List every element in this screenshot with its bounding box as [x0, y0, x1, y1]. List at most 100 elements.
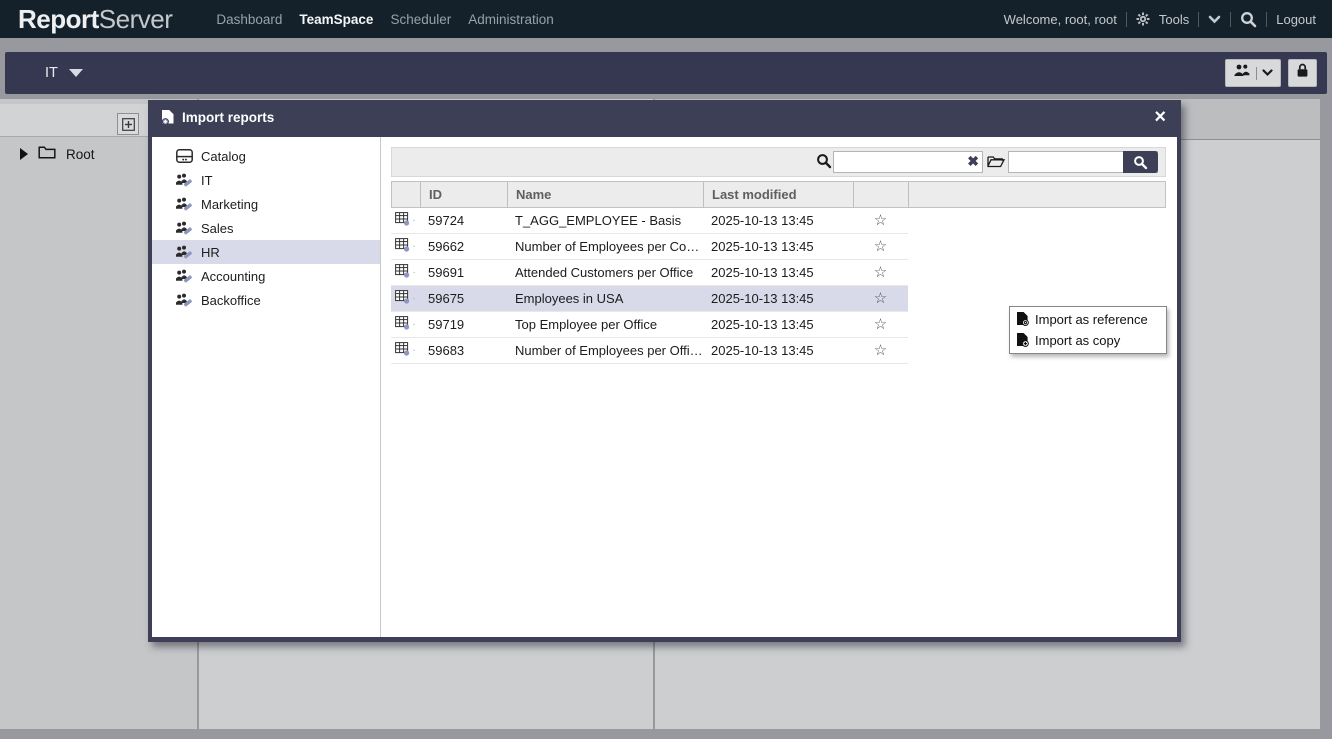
report-icon	[395, 212, 410, 229]
teamspace-icon	[175, 245, 193, 260]
teamspace-icon	[175, 221, 193, 236]
teamspace-item-it[interactable]: IT	[152, 168, 380, 192]
filter-input-wrap: ✖	[833, 151, 983, 173]
table-row[interactable]: · 59724 T_AGG_EMPLOYEE - Basis 2025-10-1…	[391, 208, 908, 234]
column-name[interactable]: Name	[508, 182, 704, 207]
report-icon	[395, 316, 410, 333]
teamspace-selector[interactable]: IT	[45, 65, 83, 81]
tree-node-label: Root	[66, 147, 95, 162]
logo-light: Server	[99, 4, 173, 34]
favorite-star-icon[interactable]: ☆	[853, 239, 908, 254]
cell-id: 59724	[420, 213, 507, 228]
report-table: · 59724 T_AGG_EMPLOYEE - Basis 2025-10-1…	[391, 208, 908, 364]
teamspace-icon	[175, 173, 193, 188]
dialog-title: Import reports	[182, 110, 274, 125]
drag-dot-icon: ·	[412, 293, 415, 304]
drag-dot-icon: ·	[412, 319, 415, 330]
filter-input[interactable]	[833, 151, 983, 173]
teamspace-item-hr[interactable]: HR	[152, 240, 380, 264]
favorite-star-icon[interactable]: ☆	[853, 317, 908, 332]
column-type[interactable]	[392, 182, 421, 207]
cell-id: 59683	[420, 343, 507, 358]
divider	[1230, 12, 1231, 27]
nav-administration[interactable]: Administration	[468, 12, 554, 27]
import-reference-icon	[1016, 311, 1029, 329]
dropdown-triangle-icon	[69, 69, 83, 77]
open-folder-icon[interactable]	[987, 155, 1005, 173]
teamspace-item-label: Marketing	[201, 197, 258, 212]
clear-filter-icon[interactable]: ✖	[967, 153, 979, 170]
table-row[interactable]: · 59662 Number of Employees per Cou... 2…	[391, 234, 908, 260]
table-row-selected[interactable]: · 59675 Employees in USA 2025-10-13 13:4…	[391, 286, 908, 312]
expand-tree-button[interactable]	[117, 113, 139, 135]
column-last-modified[interactable]: Last modified	[704, 182, 854, 207]
cell-name: Top Employee per Office	[507, 317, 703, 332]
table-row[interactable]: · 59719 Top Employee per Office 2025-10-…	[391, 312, 908, 338]
tools-menu[interactable]: Tools	[1159, 12, 1189, 27]
menu-item-import-as-copy[interactable]: Import as copy	[1010, 330, 1166, 351]
search-icon[interactable]	[1240, 11, 1257, 28]
gear-icon	[1136, 12, 1150, 26]
divider	[1126, 12, 1127, 27]
cell-name: Attended Customers per Office	[507, 265, 703, 280]
cell-last-modified: 2025-10-13 13:45	[703, 239, 853, 254]
chevron-down-icon[interactable]	[1208, 15, 1221, 24]
dialog-header: Import reports ×	[148, 100, 1181, 134]
teamspace-item-label: HR	[201, 245, 220, 260]
table-row[interactable]: · 59691 Attended Customers per Office 20…	[391, 260, 908, 286]
cell-name: Number of Employees per Cou...	[507, 239, 703, 254]
search-icon	[816, 153, 832, 174]
teamspace-item-sales[interactable]: Sales	[152, 216, 380, 240]
report-icon	[395, 264, 410, 281]
teamspace-item-marketing[interactable]: Marketing	[152, 192, 380, 216]
favorite-star-icon[interactable]: ☆	[853, 265, 908, 280]
teamspace-members-button[interactable]	[1225, 59, 1281, 87]
catalog-icon	[175, 149, 193, 163]
favorite-star-icon[interactable]: ☆	[853, 213, 908, 228]
cell-last-modified: 2025-10-13 13:45	[703, 317, 853, 332]
teamspace-item-backoffice[interactable]: Backoffice	[152, 288, 380, 312]
nav-teamspace[interactable]: TeamSpace	[299, 12, 373, 27]
close-icon[interactable]: ×	[1154, 107, 1166, 127]
report-icon	[395, 290, 410, 307]
table-row[interactable]: · 59683 Number of Employees per Office 2…	[391, 338, 908, 364]
search-submit-button[interactable]	[1123, 151, 1158, 173]
column-favorite[interactable]	[854, 182, 909, 207]
teamspace-item-label: Backoffice	[201, 293, 261, 308]
cell-last-modified: 2025-10-13 13:45	[703, 213, 853, 228]
cell-id: 59662	[420, 239, 507, 254]
teamspace-list: Catalog IT Marketing	[152, 137, 381, 637]
menu-item-label: Import as copy	[1035, 333, 1120, 348]
reportserver-logo[interactable]: ReportServer	[18, 4, 172, 35]
nav-dashboard[interactable]: Dashboard	[216, 12, 282, 27]
report-browser: ✖ ID Name Last mod	[381, 137, 1177, 637]
divider	[1256, 67, 1257, 80]
menu-item-import-as-reference[interactable]: Import as reference	[1010, 309, 1166, 330]
nav-scheduler[interactable]: Scheduler	[390, 12, 451, 27]
favorite-star-icon[interactable]: ☆	[853, 343, 908, 358]
teamspace-item-catalog[interactable]: Catalog	[152, 144, 380, 168]
favorite-star-icon[interactable]: ☆	[853, 291, 908, 306]
teamspace-security-button[interactable]	[1288, 59, 1317, 87]
table-header: ID Name Last modified	[391, 181, 1166, 208]
report-icon	[395, 342, 410, 359]
logout-link[interactable]: Logout	[1276, 12, 1316, 27]
cell-last-modified: 2025-10-13 13:45	[703, 265, 853, 280]
tree-expand-arrow-icon[interactable]	[20, 148, 28, 160]
top-header: ReportServer Dashboard TeamSpace Schedul…	[0, 0, 1332, 38]
divider	[1198, 12, 1199, 27]
dialog-body: Catalog IT Marketing	[152, 137, 1177, 637]
import-copy-icon	[1016, 332, 1029, 350]
column-id[interactable]: ID	[421, 182, 508, 207]
teamspace-item-accounting[interactable]: Accounting	[152, 264, 380, 288]
report-icon	[395, 238, 410, 255]
teamspace-icon	[175, 293, 193, 308]
context-menu: Import as reference Import as copy	[1009, 306, 1167, 354]
users-icon	[1233, 64, 1251, 82]
teamspace-item-label: IT	[201, 173, 213, 188]
menu-item-label: Import as reference	[1035, 312, 1148, 327]
tree-node-root[interactable]: Root	[20, 144, 95, 164]
import-report-icon	[161, 109, 175, 125]
teamspace-icon	[175, 197, 193, 212]
welcome-text: Welcome, root, root	[1004, 12, 1117, 27]
